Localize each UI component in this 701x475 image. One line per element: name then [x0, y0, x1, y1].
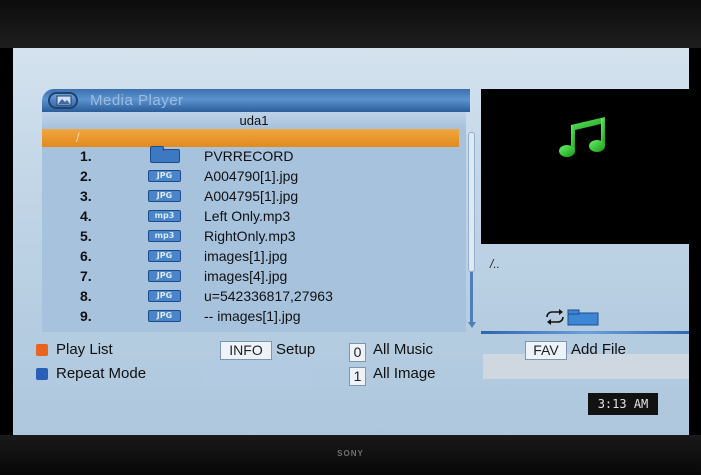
file-type-badge: JPG — [148, 190, 181, 202]
file-list[interactable]: uda1 / 1. PVRRECORD 2. JPG A004790[1].jpg 3. J… — [42, 112, 466, 332]
repeat-folder-icon — [546, 309, 599, 326]
clock: 3:13 AM — [588, 393, 658, 415]
key-0[interactable]: 0 — [349, 343, 366, 362]
app-title: Media Player — [90, 92, 184, 109]
file-type-badge: JPG — [148, 270, 181, 282]
repeat-mode-value — [202, 362, 312, 387]
folder-icon — [148, 146, 181, 163]
file-row[interactable]: 2. JPG A004790[1].jpg — [42, 167, 459, 185]
mp3-file-icon: mp3 — [148, 210, 181, 222]
mp3-file-icon: mp3 — [148, 230, 181, 242]
file-number: 4. — [80, 208, 92, 224]
info-key[interactable]: INFO — [220, 341, 272, 360]
repeat-mode-label[interactable]: Repeat Mode — [56, 365, 146, 382]
add-file-label[interactable]: Add File — [571, 341, 626, 358]
file-type-badge: mp3 — [148, 210, 181, 222]
jpg-file-icon: JPG — [148, 250, 181, 262]
media-player-header: Media Player — [42, 89, 470, 112]
fav-key[interactable]: FAV — [525, 341, 567, 360]
file-type-badge: JPG — [148, 170, 181, 182]
file-name: Left Only.mp3 — [204, 208, 291, 224]
file-number: 2. — [80, 168, 92, 184]
file-name: -- images[1].jpg — [204, 308, 301, 324]
preview-info: /.. — [481, 244, 689, 379]
file-name: u=542336817,27963 — [204, 288, 333, 304]
red-button-icon — [36, 344, 48, 356]
scroll-thumb[interactable] — [468, 132, 475, 272]
media-player-screen: Media Player uda1 / 1. PVRRECORD 2. JPG A004… — [13, 48, 689, 435]
tv-bezel-top — [0, 0, 701, 48]
file-name: images[1].jpg — [204, 248, 288, 264]
file-row[interactable]: 5. mp3 RightOnly.mp3 — [42, 227, 459, 245]
jpg-file-icon: JPG — [148, 190, 181, 202]
all-image-label[interactable]: All Image — [373, 365, 436, 382]
music-note-icon — [559, 117, 605, 157]
file-number: 3. — [80, 188, 92, 204]
all-music-label[interactable]: All Music — [373, 341, 433, 358]
file-type-badge: JPG — [148, 310, 181, 322]
key-1[interactable]: 1 — [349, 367, 366, 386]
brand-logo: SONY — [337, 449, 364, 458]
list-scrollbar[interactable] — [467, 132, 476, 332]
current-path-row[interactable]: / — [42, 129, 459, 147]
file-number: 5. — [80, 228, 92, 244]
file-type-badge: mp3 — [148, 230, 181, 242]
file-name: images[4].jpg — [204, 268, 288, 284]
preview-panel — [481, 89, 689, 244]
file-number: 7. — [80, 268, 92, 284]
preview-path: /.. — [490, 257, 501, 271]
file-name: A004790[1].jpg — [204, 168, 299, 184]
scroll-down-arrow-icon[interactable] — [468, 322, 476, 328]
file-name: PVRRECORD — [204, 148, 294, 164]
file-type-badge: JPG — [148, 250, 181, 262]
file-name: RightOnly.mp3 — [204, 228, 296, 244]
file-number: 1. — [80, 148, 92, 164]
current-path: / — [76, 130, 80, 145]
file-row[interactable]: 3. JPG A004795[1].jpg — [42, 187, 459, 205]
file-number: 8. — [80, 288, 92, 304]
file-row[interactable]: 4. mp3 Left Only.mp3 — [42, 207, 459, 225]
jpg-file-icon: JPG — [148, 270, 181, 282]
file-name: A004795[1].jpg — [204, 188, 299, 204]
file-row[interactable]: 7. JPG images[4].jpg — [42, 267, 459, 285]
jpg-file-icon: JPG — [148, 290, 181, 302]
file-type-badge: JPG — [148, 290, 181, 302]
jpg-file-icon: JPG — [148, 170, 181, 182]
file-row[interactable]: 8. JPG u=542336817,27963 — [42, 287, 459, 305]
file-row[interactable]: 9. JPG -- images[1].jpg — [42, 307, 459, 325]
blue-button-icon — [36, 368, 48, 380]
jpg-file-icon: JPG — [148, 310, 181, 322]
progress-divider — [481, 331, 689, 334]
device-label: uda1 — [42, 112, 466, 129]
media-player-logo-icon — [48, 92, 78, 109]
play-list-label[interactable]: Play List — [56, 341, 113, 358]
file-number: 6. — [80, 248, 92, 264]
file-number: 9. — [80, 308, 92, 324]
file-row[interactable]: 6. JPG images[1].jpg — [42, 247, 459, 265]
setup-label[interactable]: Setup — [276, 341, 315, 358]
file-row[interactable]: 1. PVRRECORD — [42, 146, 459, 165]
